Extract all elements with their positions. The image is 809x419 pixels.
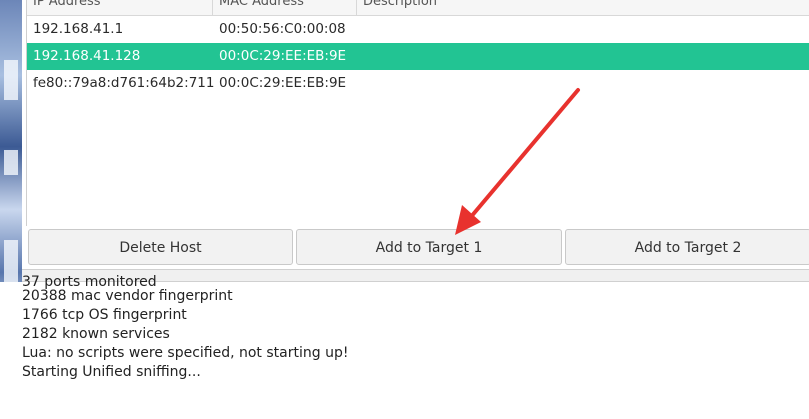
table-header: IP Address MAC Address Description xyxy=(27,0,809,16)
splitter-grip-icon[interactable] xyxy=(422,273,438,288)
delete-host-button[interactable]: Delete Host xyxy=(28,229,293,265)
log-line: 1766 tcp OS fingerprint xyxy=(22,307,187,323)
column-header-ip[interactable]: IP Address xyxy=(27,0,213,15)
ip-address-cell: fe80::79a8:d761:64b2:711 xyxy=(33,75,215,91)
mac-address-cell: 00:0C:29:EE:EB:9E xyxy=(219,75,347,91)
host-list-panel: IP Address MAC Address Description 192.1… xyxy=(22,0,809,269)
host-actions-bar: Delete Host Add to Target 1 Add to Targe… xyxy=(26,229,809,267)
mac-address-cell: 00:50:56:C0:00:08 xyxy=(219,21,346,37)
table-row[interactable]: 192.168.41.1 00:50:56:C0:00:08 xyxy=(27,16,809,43)
mac-address-cell: 00:0C:29:EE:EB:9E xyxy=(219,48,347,64)
add-to-target-1-button[interactable]: Add to Target 1 xyxy=(296,229,562,265)
wallpaper-streak xyxy=(4,60,18,100)
column-header-mac[interactable]: MAC Address xyxy=(213,0,357,15)
log-line: Lua: no scripts were specified, not star… xyxy=(22,345,349,361)
wallpaper-streak xyxy=(4,150,18,175)
table-row[interactable]: fe80::79a8:d761:64b2:711 00:0C:29:EE:EB:… xyxy=(27,70,809,97)
log-output-panel: 37 ports monitored 20388 mac vendor fing… xyxy=(0,274,809,419)
table-row-selected[interactable]: 192.168.41.128 00:0C:29:EE:EB:9E xyxy=(27,43,809,70)
log-line: Starting Unified sniffing... xyxy=(22,364,201,380)
log-line: 2182 known services xyxy=(22,326,170,342)
host-table: IP Address MAC Address Description 192.1… xyxy=(26,0,809,226)
log-line: 20388 mac vendor fingerprint xyxy=(22,288,233,304)
ip-address-cell: 192.168.41.128 xyxy=(33,48,141,64)
column-header-description[interactable]: Description xyxy=(357,0,809,15)
add-to-target-2-button[interactable]: Add to Target 2 xyxy=(565,229,809,265)
ip-address-cell: 192.168.41.1 xyxy=(33,21,124,37)
